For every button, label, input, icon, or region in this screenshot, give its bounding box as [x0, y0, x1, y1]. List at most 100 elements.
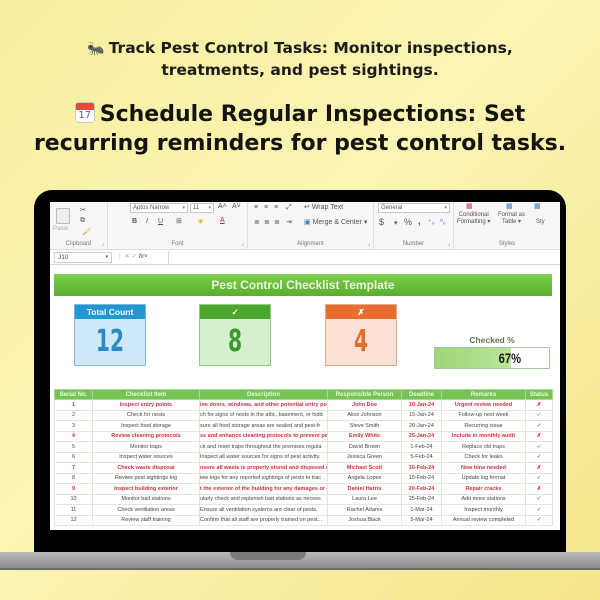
description-cell[interactable]: iew logs for any reported sightings of p…: [199, 472, 328, 484]
remarks-cell[interactable]: Add more stations: [441, 493, 526, 505]
align-center-icon[interactable]: ≣: [264, 218, 270, 226]
status-cell[interactable]: ✓: [525, 472, 553, 484]
copy-icon[interactable]: ⧉: [80, 217, 85, 225]
deadline-cell[interactable]: 5-Feb-24: [401, 451, 442, 463]
paste-button[interactable]: Paste: [53, 226, 68, 232]
column-header[interactable]: Remarks: [441, 389, 526, 400]
description-cell[interactable]: Ensure all ventilation systems are clear…: [199, 504, 328, 516]
status-cell[interactable]: ✗: [525, 430, 553, 442]
currency-button[interactable]: $: [379, 217, 384, 227]
status-cell[interactable]: ✗: [525, 462, 553, 474]
checklist-item-cell[interactable]: Monitor traps: [92, 441, 200, 453]
italic-button[interactable]: I: [146, 218, 148, 225]
responsible-person-cell[interactable]: John Doe: [327, 399, 402, 411]
responsible-person-cell[interactable]: Angela Lopez: [327, 472, 402, 484]
description-cell[interactable]: sure all food storage areas are sealed a…: [199, 420, 328, 432]
checklist-item-cell[interactable]: Inspect building exterior: [92, 483, 200, 495]
column-header[interactable]: Checklist Item: [92, 389, 200, 400]
responsible-person-cell[interactable]: Emily White: [327, 430, 402, 442]
align-right-icon[interactable]: ≣: [274, 218, 280, 226]
dialog-launcher-icon[interactable]: ⌟: [101, 240, 104, 247]
remarks-cell[interactable]: Inspect monthly: [441, 504, 526, 516]
responsible-person-cell[interactable]: Michael Scott: [327, 462, 402, 474]
borders-icon[interactable]: ⊞: [176, 217, 182, 225]
deadline-cell[interactable]: 10-Jan-24: [401, 399, 442, 411]
enter-icon[interactable]: ✓: [132, 253, 137, 260]
cell-styles-button[interactable]: Sty: [536, 219, 545, 225]
description-cell[interactable]: ck and reset traps throughout the premis…: [199, 441, 328, 453]
decrease-decimal-icon[interactable]: ⁰₀: [440, 218, 446, 226]
format-painter-icon[interactable]: 🖌: [82, 228, 91, 236]
checklist-item-cell[interactable]: Monitor bait stations: [92, 493, 200, 505]
column-header[interactable]: Description: [199, 389, 328, 400]
name-box[interactable]: J10 ▾: [54, 252, 112, 263]
fill-color-icon[interactable]: ◈: [198, 217, 203, 225]
formula-input[interactable]: [168, 251, 560, 264]
column-header[interactable]: Deadline: [401, 389, 442, 400]
remarks-cell[interactable]: Urgent review needed: [441, 399, 526, 411]
underline-button[interactable]: U: [158, 218, 163, 225]
checklist-item-cell[interactable]: Review pest sightings log: [92, 472, 200, 484]
remarks-cell[interactable]: Check for leaks: [441, 451, 526, 463]
number-format-select[interactable]: General ▾: [378, 203, 450, 213]
indent-icon[interactable]: ⇥: [286, 218, 292, 226]
description-cell[interactable]: ch for signs of nests in the attic, base…: [199, 409, 328, 421]
status-cell[interactable]: ✓: [525, 409, 553, 421]
status-cell[interactable]: ✗: [525, 399, 553, 411]
serial-cell[interactable]: 6: [54, 451, 93, 463]
checklist-item-cell[interactable]: Check for nests: [92, 409, 200, 421]
responsible-person-cell[interactable]: Alice Johnson: [327, 409, 402, 421]
remarks-cell[interactable]: Repair cracks: [441, 483, 526, 495]
wrap-text-button[interactable]: ↵ Wrap Text: [304, 203, 343, 211]
responsible-person-cell[interactable]: Daniel Harris: [327, 483, 402, 495]
checklist-item-cell[interactable]: Check waste disposal: [92, 462, 200, 474]
remarks-cell[interactable]: Annual review completed: [441, 514, 526, 526]
remarks-cell[interactable]: Include in monthly audit: [441, 430, 526, 442]
column-header[interactable]: Serial No.: [54, 389, 93, 400]
remarks-cell[interactable]: Recurring issue: [441, 420, 526, 432]
serial-cell[interactable]: 10: [54, 493, 93, 505]
responsible-person-cell[interactable]: Jessica Green: [327, 451, 402, 463]
column-header[interactable]: Status: [525, 389, 553, 400]
description-cell[interactable]: ine doors, windows, and other potential …: [199, 399, 328, 411]
description-cell[interactable]: ularly check and replenish bait stations…: [199, 493, 328, 505]
deadline-cell[interactable]: 20-Feb-24: [401, 483, 442, 495]
checklist-item-cell[interactable]: Inspect entry points: [92, 399, 200, 411]
serial-cell[interactable]: 2: [54, 409, 93, 421]
column-header[interactable]: Responsible Person: [327, 389, 402, 400]
deadline-cell[interactable]: 5-Mar-24: [401, 514, 442, 526]
currency-dropdown-icon[interactable]: ▾: [394, 219, 398, 227]
status-cell[interactable]: ✓: [525, 420, 553, 432]
checklist-item-cell[interactable]: Review staff training: [92, 514, 200, 526]
description-cell[interactable]: Confirm that all staff are properly trai…: [199, 514, 328, 526]
deadline-cell[interactable]: 1-Feb-24: [401, 441, 442, 453]
status-cell[interactable]: ✓: [525, 451, 553, 463]
responsible-person-cell[interactable]: Joshua Black: [327, 514, 402, 526]
conditional-formatting-button[interactable]: Conditional Formatting ▾: [457, 212, 490, 226]
decrease-font-size-icon[interactable]: A˅: [232, 203, 241, 210]
status-cell[interactable]: ✓: [525, 504, 553, 516]
checklist-item-cell[interactable]: Review cleaning protocols: [92, 430, 200, 442]
align-left-icon[interactable]: ≣: [254, 218, 260, 226]
comma-button[interactable]: ,: [418, 216, 421, 226]
checklist-item-cell[interactable]: Check ventilation areas: [92, 504, 200, 516]
responsible-person-cell[interactable]: Rachel Adams: [327, 504, 402, 516]
serial-cell[interactable]: 1: [54, 399, 93, 411]
description-cell[interactable]: Inspect all water sources for signs of p…: [199, 451, 328, 463]
merge-center-button[interactable]: ▣ Merge & Center ▾: [304, 218, 367, 226]
font-color-icon[interactable]: A: [220, 217, 225, 224]
status-cell[interactable]: ✓: [525, 441, 553, 453]
status-cell[interactable]: ✗: [525, 483, 553, 495]
checklist-item-cell[interactable]: Inspect food storage: [92, 420, 200, 432]
bold-button[interactable]: B: [132, 218, 137, 225]
deadline-cell[interactable]: 1-Mar-24: [401, 504, 442, 516]
paste-icon[interactable]: [56, 208, 70, 224]
responsible-person-cell[interactable]: Steve Smith: [327, 420, 402, 432]
remarks-cell[interactable]: Follow-up next week: [441, 409, 526, 421]
serial-cell[interactable]: 8: [54, 472, 93, 484]
serial-cell[interactable]: 5: [54, 441, 93, 453]
remarks-cell[interactable]: New bins needed: [441, 462, 526, 474]
status-cell[interactable]: ✓: [525, 493, 553, 505]
deadline-cell[interactable]: 25-Feb-24: [401, 493, 442, 505]
increase-decimal-icon[interactable]: ⁺₀: [428, 218, 435, 226]
